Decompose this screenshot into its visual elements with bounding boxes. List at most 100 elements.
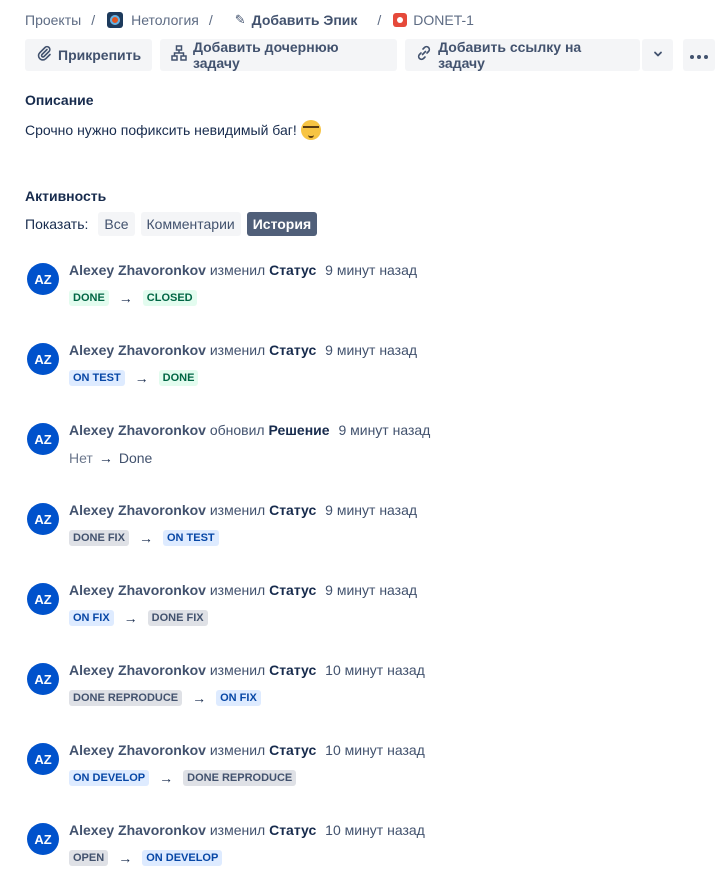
history-change: Нет → Done bbox=[69, 449, 152, 467]
filter-comments-button[interactable]: Комментарии bbox=[140, 212, 241, 236]
avatar[interactable]: AZ bbox=[27, 503, 59, 535]
avatar[interactable]: AZ bbox=[27, 743, 59, 775]
description-body[interactable]: Срочно нужно пофиксить невидимый баг! bbox=[25, 120, 321, 140]
description-heading: Описание bbox=[25, 92, 94, 108]
link-dropdown-button[interactable] bbox=[641, 39, 674, 71]
arrow-right-icon: → bbox=[192, 690, 207, 706]
nerd-face-icon bbox=[300, 120, 321, 140]
project-icon bbox=[107, 12, 124, 28]
breadcrumb-separator: / bbox=[377, 12, 382, 28]
pencil-icon: ✎ bbox=[234, 12, 246, 27]
add-child-label: Добавить дочернюю задачу bbox=[192, 39, 339, 71]
timestamp: 10 минут назад bbox=[325, 662, 425, 678]
action-text: изменил bbox=[209, 342, 266, 358]
issue-toolbar: Прикрепить Добавить дочернюю задачу Доба… bbox=[25, 39, 715, 71]
action-text: обновил bbox=[209, 422, 265, 438]
history-change: ON TEST → DONE bbox=[69, 369, 199, 387]
author-name[interactable]: Alexey Zhavoronkov bbox=[69, 262, 206, 278]
show-label: Показать: bbox=[25, 216, 89, 232]
breadcrumb-projects[interactable]: Проекты bbox=[25, 12, 81, 28]
author-name[interactable]: Alexey Zhavoronkov bbox=[69, 742, 206, 758]
timestamp: 10 минут назад bbox=[325, 822, 425, 838]
author-name[interactable]: Alexey Zhavoronkov bbox=[69, 502, 206, 518]
avatar[interactable]: AZ bbox=[27, 823, 59, 855]
action-text: изменил bbox=[209, 262, 266, 278]
history-entry-header: Alexey Zhavoronkov изменил Статус 10 мин… bbox=[69, 742, 425, 758]
timestamp: 9 минут назад bbox=[325, 342, 418, 358]
breadcrumb-issue-label: DONET-1 bbox=[413, 12, 474, 28]
breadcrumb-epic-label: Добавить Эпик bbox=[251, 12, 358, 28]
more-icon bbox=[689, 47, 709, 63]
avatar[interactable]: AZ bbox=[27, 423, 59, 455]
attach-button[interactable]: Прикрепить bbox=[25, 39, 153, 71]
breadcrumb-issue[interactable]: DONET-1 bbox=[393, 12, 474, 28]
arrow-right-icon: → bbox=[98, 450, 113, 466]
avatar[interactable]: AZ bbox=[27, 583, 59, 615]
history-entry: AZ Alexey Zhavoronkov изменил Статус 9 м… bbox=[25, 582, 685, 642]
arrow-right-icon: → bbox=[118, 850, 133, 866]
status-to-lozenge: ON TEST bbox=[162, 530, 219, 546]
status-to-lozenge: DONE REPRODUCE bbox=[183, 770, 297, 786]
action-text: изменил bbox=[209, 742, 266, 758]
history-entry: AZ Alexey Zhavoronkov обновил Решение 9 … bbox=[25, 422, 685, 482]
arrow-right-icon: → bbox=[159, 770, 174, 786]
author-name[interactable]: Alexey Zhavoronkov bbox=[69, 822, 206, 838]
timestamp: 9 минут назад bbox=[325, 502, 418, 518]
resolution-from: Нет bbox=[69, 450, 93, 466]
add-link-label: Добавить ссылку на задачу bbox=[438, 39, 582, 71]
more-actions-button[interactable] bbox=[683, 39, 715, 71]
history-entry-header: Alexey Zhavoronkov обновил Решение 9 мин… bbox=[69, 422, 430, 438]
history-change: DONE REPRODUCE → ON FIX bbox=[69, 689, 261, 707]
breadcrumb-epic[interactable]: ✎ Добавить Эпик bbox=[235, 12, 358, 28]
history-change: ON DEVELOP → DONE REPRODUCE bbox=[69, 769, 297, 787]
timestamp: 9 минут назад bbox=[338, 422, 431, 438]
avatar[interactable]: AZ bbox=[27, 663, 59, 695]
author-name[interactable]: Alexey Zhavoronkov bbox=[69, 422, 206, 438]
breadcrumb: Проекты / Нетология / ✎ Добавить Эпик / … bbox=[25, 10, 474, 30]
avatar[interactable]: AZ bbox=[27, 263, 59, 295]
status-from-lozenge: ON FIX bbox=[69, 610, 114, 626]
field-name: Статус bbox=[269, 262, 317, 278]
author-name[interactable]: Alexey Zhavoronkov bbox=[69, 662, 206, 678]
attach-label: Прикрепить bbox=[58, 47, 142, 63]
status-from-lozenge: ON DEVELOP bbox=[69, 770, 150, 786]
breadcrumb-project[interactable]: Нетология bbox=[107, 12, 199, 28]
field-name: Статус bbox=[269, 742, 317, 758]
arrow-right-icon: → bbox=[123, 610, 138, 626]
action-text: изменил bbox=[209, 822, 266, 838]
link-icon bbox=[416, 45, 432, 65]
status-from-lozenge: DONE REPRODUCE bbox=[69, 690, 183, 706]
history-entry-header: Alexey Zhavoronkov изменил Статус 9 мину… bbox=[69, 582, 417, 598]
history-change: OPEN → ON DEVELOP bbox=[69, 849, 223, 867]
arrow-right-icon: → bbox=[118, 290, 133, 306]
filter-all-button[interactable]: Все bbox=[98, 212, 135, 236]
add-link-button[interactable]: Добавить ссылку на задачу bbox=[405, 39, 640, 71]
description-text: Срочно нужно пофиксить невидимый баг! bbox=[25, 122, 297, 138]
timestamp: 10 минут назад bbox=[325, 742, 425, 758]
breadcrumb-project-label: Нетология bbox=[131, 12, 199, 28]
status-to-lozenge: DONE bbox=[158, 370, 199, 386]
filter-history-button[interactable]: История bbox=[246, 212, 318, 236]
author-name[interactable]: Alexey Zhavoronkov bbox=[69, 582, 206, 598]
action-text: изменил bbox=[209, 502, 266, 518]
status-from-lozenge: ON TEST bbox=[69, 370, 125, 386]
resolution-to: Done bbox=[118, 450, 153, 466]
status-to-lozenge: ON DEVELOP bbox=[142, 850, 223, 866]
author-name[interactable]: Alexey Zhavoronkov bbox=[69, 342, 206, 358]
avatar[interactable]: AZ bbox=[27, 343, 59, 375]
history-entry-header: Alexey Zhavoronkov изменил Статус 10 мин… bbox=[69, 662, 425, 678]
history-entry-header: Alexey Zhavoronkov изменил Статус 10 мин… bbox=[69, 822, 425, 838]
field-name: Статус bbox=[269, 582, 317, 598]
history-entry: AZ Alexey Zhavoronkov изменил Статус 10 … bbox=[25, 742, 685, 802]
status-to-lozenge: DONE FIX bbox=[147, 610, 208, 626]
field-name: Статус bbox=[269, 822, 317, 838]
history-change: DONE → CLOSED bbox=[69, 289, 197, 307]
add-child-button[interactable]: Добавить дочернюю задачу bbox=[159, 39, 398, 71]
history-change: DONE FIX → ON TEST bbox=[69, 529, 219, 547]
history-entry-header: Alexey Zhavoronkov изменил Статус 9 мину… bbox=[69, 262, 417, 278]
history-entry: AZ Alexey Zhavoronkov изменил Статус 9 м… bbox=[25, 502, 685, 562]
timestamp: 9 минут назад bbox=[325, 262, 418, 278]
history-entry-header: Alexey Zhavoronkov изменил Статус 9 мину… bbox=[69, 502, 417, 518]
breadcrumb-separator: / bbox=[208, 12, 213, 28]
breadcrumb-separator: / bbox=[91, 12, 96, 28]
